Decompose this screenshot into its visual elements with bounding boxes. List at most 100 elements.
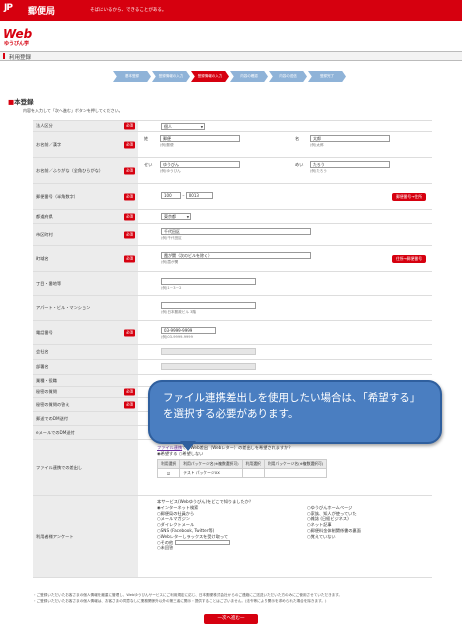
town-input[interactable]: 霞が関（次のビルを除く） [161,252,311,259]
pref-select[interactable]: 東京都 [161,213,191,220]
brand-name[interactable]: 郵便局 [28,4,55,17]
sei-label: 姓 [144,136,149,141]
note-2: ・ご登録いただいたお客さまの個人情報は、お客さまの同意なしに業務関係外以外の第三… [33,598,327,603]
label-email: eメールでのDM送付 [33,426,138,439]
row-city: 市区町村 必須 千代田区 (例)千代田区 [33,224,432,246]
package-checkbox[interactable]: ☑ [156,468,181,478]
label-job: 業種・役職 [33,375,138,386]
label-pwa: 秘密の質問の答え 必須 [33,398,138,411]
survey-options-right: ○ゆうびんホームページ ○家族、知人が使っていた ○雑誌 (日経ビジネス) ○ネ… [307,505,361,551]
mei-kana-label: めい [295,162,304,167]
survey-options-left: ◉インターネット検索 ○郵便局の社員から ○メールマガジン ○ダイレクトメール … [157,505,307,551]
web-logo-sub: ゆうびん学 [4,41,30,47]
label-text: ファイル連携での差出し [36,464,83,470]
step-4: 内容の確認 [230,71,268,82]
company-input[interactable] [161,348,256,355]
file-link[interactable]: ファイル連携 [157,445,182,450]
jp-post-logo[interactable]: JP [4,3,26,17]
bldg-input[interactable] [161,302,256,309]
package-table: 利用選択 利用パッケージ名(※複数選択可) 利用選択 利用パッケージ名(※複数選択可)… [156,459,328,478]
bldg-hint: (例)日本郵政ビル 3階 [161,310,196,314]
required-badge: 必須 [124,388,135,396]
section-title: ■本登録 [8,98,34,106]
col-header: 利用パッケージ名(※複数選択可) [179,459,243,469]
label-text: アパート・ビル・マンション [36,305,91,310]
row-company: 会社名 [33,345,432,360]
mei-kana-input[interactable]: たろう [310,161,390,168]
label-city: 市区町村 必須 [33,224,138,245]
step-6: 登録完了 [308,71,346,82]
corp-select[interactable]: 個人 [161,123,205,130]
step-3: 登録情報の入力 [191,71,229,82]
row-pref: 都道府県 必須 東京都 [33,210,432,224]
row-corp: 法人区分 必須 個人 [33,121,432,132]
label-text: 都道府県 [36,213,53,219]
step-5: 内容の送信 [269,71,307,82]
zip-input-1[interactable]: 100 [161,192,181,199]
row-chome: 丁目・番地等 (例)1－3－2 [33,272,432,296]
file-desc: でのWeb差出（Webレター）の差出しを希望されますか？ [182,445,293,450]
sei-kana-hint: (例)ゆうびん [160,169,181,173]
zip-input-2[interactable]: 0013 [185,192,213,199]
label-text: お名前／漢字 [36,141,62,147]
survey-option[interactable]: ○覚えていない [307,534,361,540]
required-badge: 必須 [124,213,135,220]
sei-input[interactable]: 郵便 [160,135,240,142]
package-name: テスト パッケージXX [179,468,243,478]
label-text: 秘密の質問の答え [36,401,70,407]
city-input[interactable]: 千代田区 [161,228,311,235]
survey-other-input[interactable] [174,540,230,546]
col-header: 利用パッケージ名(※複数選択可) [263,459,328,469]
tooltip-callout: ファイル連携差出しを使用したい場合は、「希望する」を選択する必要があります。 [148,380,442,451]
chome-input[interactable] [161,278,256,285]
label-town: 町域名 必須 [33,246,138,271]
row-kana: お名前／ふりがな（全角ひらがな） 必須 せい ゆうびん (例)ゆうびん めい たろう… [33,158,432,184]
next-button[interactable]: 一次へ進む一 [204,614,258,624]
town-hint: (例)霞が関 [161,260,179,264]
label-kana: お名前／ふりがな（全角ひらがな） 必須 [33,158,138,183]
chome-hint: (例)1－3－2 [161,286,182,290]
label-text: 業種・役職 [36,377,57,383]
label-text: 会社名 [36,349,49,354]
page-title: 利用登録 [9,55,32,61]
label-name: お名前／漢字 必須 [33,132,138,157]
file-radio[interactable]: ◉希望する ○希望しない [157,451,428,457]
row-tel: 電話番号 必須 03-9999-9999 (例)03-9999-9999 [33,321,432,345]
label-text: 法人区分 [36,123,53,128]
label-dm: 郵送でのDM送付 [33,412,138,425]
dept-input[interactable] [161,363,256,370]
label-dept: 部署名 [33,360,138,374]
col-header: 利用選択 [241,459,265,469]
label-text: 電話番号 [36,329,53,335]
label-text: 町域名 [36,255,49,261]
required-badge: 必須 [124,167,135,174]
zip-to-address-button[interactable]: 郵便番号→住所 [392,192,426,201]
label-chome: 丁目・番地等 [33,272,138,295]
address-to-zip-button[interactable]: 住所→郵便番号 [392,254,426,263]
label-text: 利用者様アンケート [36,533,74,539]
mei-input[interactable]: 太郎 [310,135,390,142]
survey-option[interactable]: ○その他 [157,540,173,545]
row-survey: 利用者様アンケート 本サービス(Webゆうびん)をどこで知りましたか？ ◉インタ… [33,496,432,578]
label-pwq: 秘密の質問 必須 [33,387,138,397]
label-text: 市区町村 [36,231,53,237]
row-town: 町域名 必須 霞が関（次のビルを除く） (例)霞が関 住所→郵便番号 [33,246,432,272]
required-badge: 必須 [124,193,135,200]
page-title-bar: 利用登録 [0,51,462,61]
survey-option[interactable]: ○郵便料金体制関係書の裏面 [307,528,361,534]
web-logo[interactable]: Web [3,27,32,41]
slogan: そばにいるから、できることがある。 [90,8,167,13]
tel-hint: (例)03-9999-9999 [161,335,193,339]
privacy-notes: ・ご登録いただいたお客さまの個人情報を厳重に管理し、Webゆうびんサービスにご利… [33,593,453,604]
label-text: eメールでのDM送付 [36,429,75,435]
registration-form: 法人区分必須 個人 お名前／漢字必須 姓 郵便(例)郵便 名 太郎(例)太郎 お… [33,120,432,578]
survey-option[interactable]: ○未回答 [157,545,307,551]
intro-text: 内容を入力して「次へ進む」ボタンを押してください。 [23,108,123,113]
required-badge: 必須 [124,329,135,336]
label-text: 丁目・番地等 [36,280,62,286]
label-corp: 法人区分 必須 [33,121,138,131]
tel-input[interactable]: 03-9999-9999 [161,327,216,334]
site-header: JP 郵便局 そばにいるから、できることがある。 [0,0,462,21]
mei-kana-hint: (例)たろう [310,169,327,173]
sei-kana-input[interactable]: ゆうびん [160,161,240,168]
